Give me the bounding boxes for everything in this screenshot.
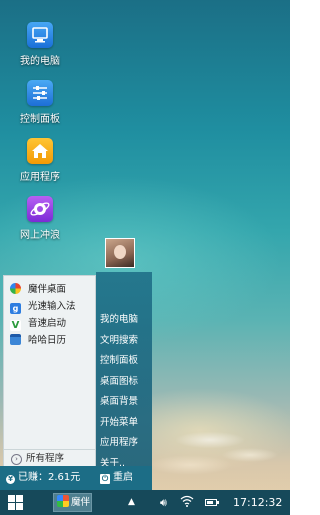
v-launcher-icon: V xyxy=(10,320,21,331)
control-panel-icon xyxy=(27,80,53,106)
desktop-icon-label: 应用程序 xyxy=(20,172,60,183)
input-method-icon: g xyxy=(10,303,21,314)
earnings-label: 已赚：2.61元 xyxy=(18,472,81,483)
start-menu: 魔伴桌面 g 光速输入法 V 音速启动 哈哈日历 › 所有程序 我的电脑 文明搜索 控… xyxy=(0,272,152,490)
shortcut-applications[interactable]: 应用程序 xyxy=(96,433,152,454)
taskbar-clock[interactable]: 17:12:32 xyxy=(233,490,282,515)
desktop-icon-control-panel[interactable]: 控制面板 xyxy=(8,80,72,125)
pinwheel-icon xyxy=(10,283,21,294)
start-menu-app-list: 魔伴桌面 g 光速输入法 V 音速启动 哈哈日历 › 所有程序 xyxy=(3,275,96,468)
app-item-moban-desktop[interactable]: 魔伴桌面 xyxy=(4,281,95,298)
start-menu-shortcuts: 我的电脑 文明搜索 控制面板 桌面图标 桌面背景 开始菜单 应用程序 关于.. xyxy=(96,272,152,490)
user-avatar[interactable] xyxy=(105,238,135,268)
calendar-icon xyxy=(10,334,21,345)
app-item-calendar[interactable]: 哈哈日历 xyxy=(4,332,95,349)
computer-icon xyxy=(27,22,53,48)
power-icon: ⏻ xyxy=(100,474,110,484)
start-menu-bottom-bar: ¥ 已赚：2.61元 ⏻ 重启 xyxy=(0,466,152,490)
taskbar-app-moban[interactable]: 魔伴 xyxy=(53,493,92,512)
desktop-icon-applications[interactable]: 应用程序 xyxy=(8,138,72,183)
battery-icon[interactable] xyxy=(205,499,219,506)
wifi-icon[interactable] xyxy=(180,495,194,510)
app-item-label: 哈哈日历 xyxy=(28,335,67,346)
app-item-input-method[interactable]: g 光速输入法 xyxy=(4,298,95,315)
taskbar: 魔伴 ▲ 🔊︎ 17:12:32 xyxy=(0,490,290,515)
desktop-icon-surf-web[interactable]: 网上冲浪 xyxy=(8,196,72,241)
earnings-display[interactable]: ¥ 已赚：2.61元 xyxy=(6,466,80,490)
shortcut-start-menu[interactable]: 开始菜单 xyxy=(96,413,152,434)
desktop-icon-label: 我的电脑 xyxy=(20,56,60,67)
restart-button[interactable]: ⏻ 重启 xyxy=(100,466,133,490)
tray-expand-icon[interactable]: ▲ xyxy=(128,497,135,507)
shortcut-my-computer[interactable]: 我的电脑 xyxy=(96,310,152,331)
volume-icon[interactable]: 🔊︎ xyxy=(160,496,167,510)
shortcut-desktop-background[interactable]: 桌面背景 xyxy=(96,392,152,413)
all-programs-button[interactable]: › 所有程序 xyxy=(4,449,95,467)
app-item-sound-launch[interactable]: V 音速启动 xyxy=(4,315,95,332)
app-item-label: 魔伴桌面 xyxy=(28,284,67,295)
arrow-right-icon: › xyxy=(11,454,22,465)
all-programs-label: 所有程序 xyxy=(26,453,65,464)
desktop-icon-label: 网上冲浪 xyxy=(20,230,60,241)
taskbar-app-label: 魔伴 xyxy=(71,497,91,508)
browser-planet-icon xyxy=(27,196,53,222)
start-button[interactable] xyxy=(8,495,23,510)
shortcut-control-panel[interactable]: 控制面板 xyxy=(96,351,152,372)
avatar-face xyxy=(114,245,126,259)
home-app-icon xyxy=(27,138,53,164)
desktop-icon-my-computer[interactable]: 我的电脑 xyxy=(8,22,72,67)
shortcut-search[interactable]: 文明搜索 xyxy=(96,331,152,352)
restart-label: 重启 xyxy=(113,472,133,483)
pinwheel-icon xyxy=(57,495,69,507)
app-item-label: 光速输入法 xyxy=(28,301,76,312)
wallpaper-clouds xyxy=(150,395,290,490)
desktop-icon-label: 控制面板 xyxy=(20,114,60,125)
coin-icon: ¥ xyxy=(6,475,15,484)
app-item-label: 音速启动 xyxy=(28,318,67,329)
shortcut-desktop-icons[interactable]: 桌面图标 xyxy=(96,372,152,393)
